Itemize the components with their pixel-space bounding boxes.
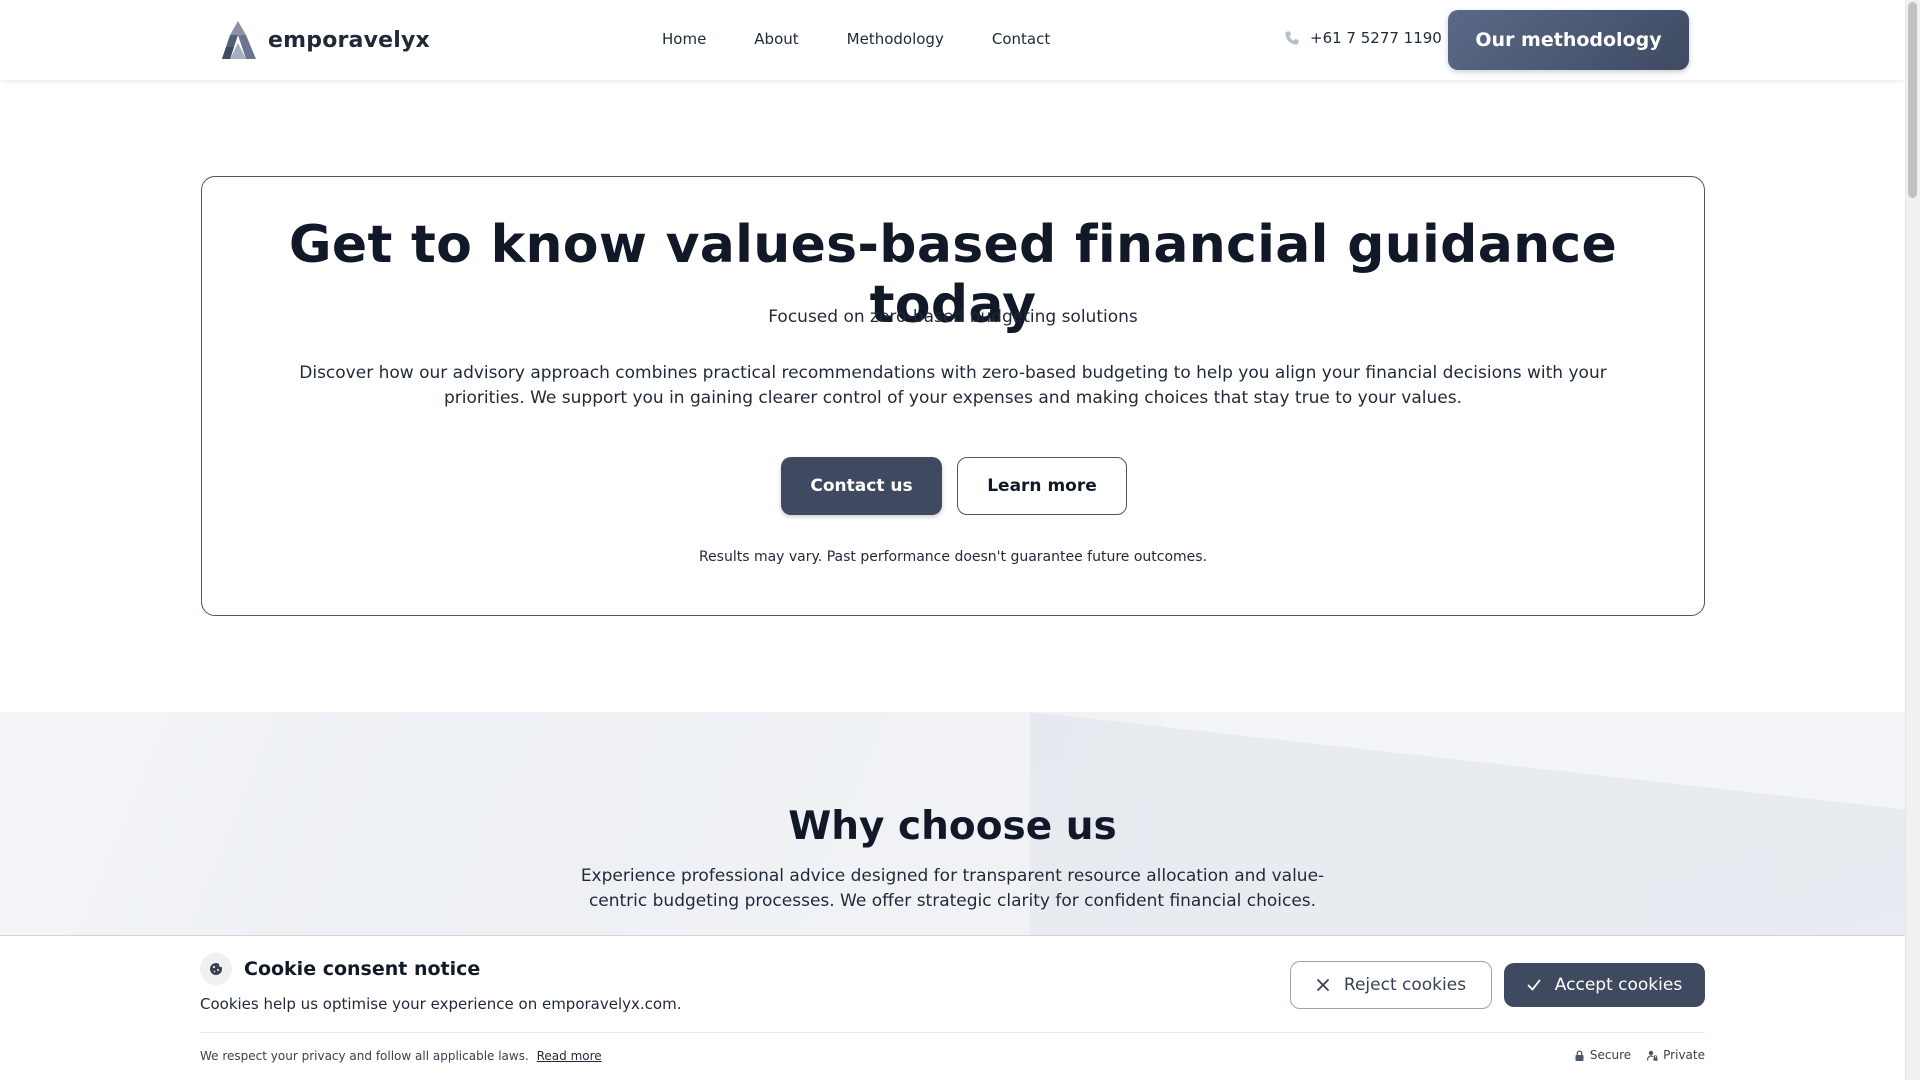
cookie-text: Cookies help us optimise your experience… <box>200 995 682 1013</box>
privacy-flags: Secure Private <box>1574 1048 1705 1062</box>
cookie-banner: Cookie consent notice Cookies help us op… <box>0 935 1905 1080</box>
hero-card: Get to know values-based financial guida… <box>201 176 1705 616</box>
hero-description: Discover how our advisory approach combi… <box>299 363 1607 408</box>
page-scrollbar[interactable] <box>1905 0 1920 1080</box>
nav-contact[interactable]: Contact <box>992 30 1050 48</box>
brand-logo[interactable]: emporavelyx <box>216 19 430 61</box>
accept-cookies-button[interactable]: Accept cookies <box>1504 963 1705 1007</box>
brand-name: emporavelyx <box>268 27 430 53</box>
secure-flag: Secure <box>1574 1048 1631 1062</box>
our-methodology-button[interactable]: Our methodology <box>1448 10 1689 70</box>
section-description: Experience professional advice designed … <box>580 866 1325 911</box>
phone-number: +61 7 5277 1190 <box>1310 29 1442 47</box>
site-header: emporavelyx Home About Methodology Conta… <box>0 0 1905 80</box>
private-label: Private <box>1663 1048 1705 1062</box>
hero-disclaimer: Results may vary. Past performance doesn… <box>698 549 1208 565</box>
secure-label: Secure <box>1589 1048 1632 1062</box>
reject-cookies-button[interactable]: Reject cookies <box>1290 961 1492 1009</box>
nav-methodology[interactable]: Methodology <box>847 30 944 48</box>
read-more-link[interactable]: Read more <box>537 1049 602 1063</box>
logo-icon <box>222 21 256 59</box>
phone-icon <box>1285 31 1299 45</box>
private-flag: Private <box>1647 1048 1705 1062</box>
reject-cookies-label: Reject cookies <box>1343 975 1467 995</box>
check-icon <box>1527 979 1541 991</box>
close-icon <box>1317 979 1329 991</box>
lock-icon <box>1575 1049 1584 1061</box>
privacy-notice: We respect your privacy and follow all a… <box>200 1049 602 1063</box>
accept-cookies-label: Accept cookies <box>1554 975 1683 995</box>
phone-link[interactable]: +61 7 5277 1190 <box>1284 29 1442 47</box>
section-title: Why choose us <box>788 804 1117 849</box>
hero-subtitle: Focused on zero-based budgeting solution… <box>768 307 1138 327</box>
page: emporavelyx Home About Methodology Conta… <box>0 0 1905 1080</box>
privacy-text: We respect your privacy and follow all a… <box>200 1049 529 1063</box>
learn-more-button[interactable]: Learn more <box>957 457 1127 515</box>
cookie-title: Cookie consent notice <box>244 958 481 980</box>
divider <box>200 1032 1705 1033</box>
nav-about[interactable]: About <box>754 30 798 48</box>
nav-home[interactable]: Home <box>662 30 706 48</box>
contact-us-button[interactable]: Contact us <box>781 457 942 515</box>
scrollbar-thumb[interactable] <box>1908 2 1917 198</box>
user-lock-icon <box>1647 1050 1658 1061</box>
main-nav: Home About Methodology Contact <box>662 30 1050 48</box>
cookie-icon <box>200 953 232 985</box>
